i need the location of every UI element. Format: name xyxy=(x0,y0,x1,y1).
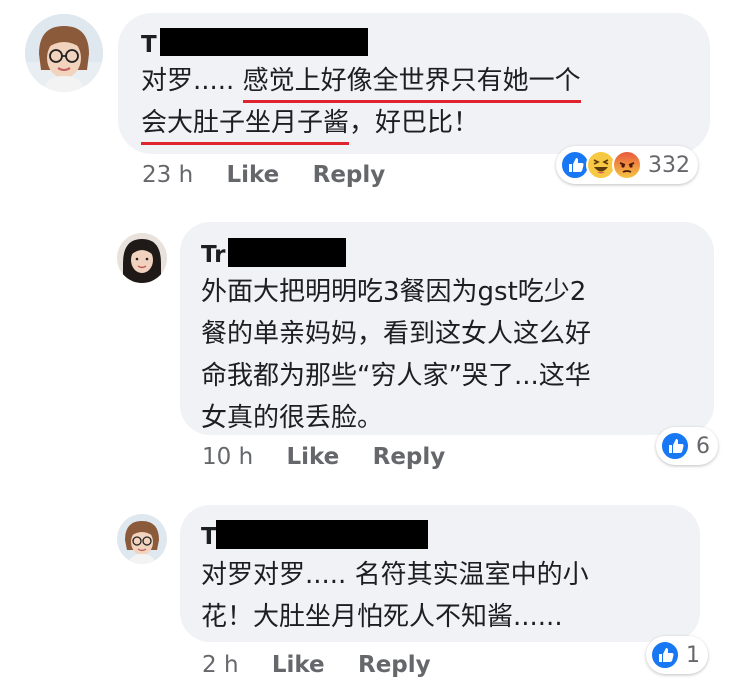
redaction-bar xyxy=(160,28,368,56)
avatar[interactable] xyxy=(25,14,103,92)
highlighted-text: 会大肚子坐月子酱 xyxy=(141,102,350,145)
comment-text-line: 女真的很丢脸。 xyxy=(201,403,384,433)
reaction-count: 332 xyxy=(648,152,690,178)
comment-author[interactable]: T xyxy=(201,524,217,550)
like-button[interactable]: Like xyxy=(272,652,325,678)
comment-actions: 2 h Like Reply xyxy=(202,652,457,678)
comment-text-line: 外面大把明明吃3餐因为gst吃少2 xyxy=(201,277,587,307)
comment-text-line: 对罗对罗..... 名符其实温室中的小 xyxy=(201,560,589,590)
reply-button[interactable]: Reply xyxy=(358,652,431,678)
redaction-bar xyxy=(216,520,428,549)
reaction-summary[interactable]: 332 xyxy=(556,146,698,184)
like-button[interactable]: Like xyxy=(226,162,279,188)
like-reaction-icon xyxy=(650,640,680,670)
comment-text: 外面大把明明吃3餐因为gst吃少2 餐的单亲妈妈，看到这女人这么好 命我都为那些… xyxy=(201,271,591,439)
redaction-bar xyxy=(228,238,346,267)
reaction-summary[interactable]: 1 xyxy=(646,636,708,674)
reaction-count: 6 xyxy=(696,433,710,459)
highlighted-text: 感觉上好像全世界只有她一个 xyxy=(242,60,581,103)
avatar[interactable] xyxy=(117,514,167,564)
reaction-summary[interactable]: 6 xyxy=(656,427,718,465)
comment-text: 对罗对罗..... 名符其实温室中的小 花！大肚坐月怕死人不知酱...... xyxy=(201,554,589,638)
like-button[interactable]: Like xyxy=(286,444,339,470)
angry-reaction-icon xyxy=(612,150,642,180)
comment-actions: 10 h Like Reply xyxy=(202,444,471,470)
comment-text-line: 命我都为那些“穷人家”哭了...这华 xyxy=(201,361,591,391)
like-reaction-icon xyxy=(660,431,690,461)
reply-button[interactable]: Reply xyxy=(313,162,386,188)
comment-text-line: 花！大肚坐月怕死人不知酱...... xyxy=(201,602,563,632)
comment-author[interactable]: Tr xyxy=(201,242,226,268)
comment-text: 对罗..... 感觉上好像全世界只有她一个 会大肚子坐月子酱，好巴比！ xyxy=(141,60,581,145)
comment-timestamp[interactable]: 10 h xyxy=(202,444,253,470)
comment-text-plain: 对罗..... xyxy=(141,66,243,96)
comment-timestamp[interactable]: 23 h xyxy=(142,162,193,188)
comment-text-line: 餐的单亲妈妈，看到这女人这么好 xyxy=(201,319,592,349)
reply-button[interactable]: Reply xyxy=(373,444,446,470)
reaction-count: 1 xyxy=(686,642,700,668)
comment-actions: 23 h Like Reply xyxy=(142,162,411,188)
comment-timestamp[interactable]: 2 h xyxy=(202,652,239,678)
avatar[interactable] xyxy=(117,233,167,283)
comment-text-plain: ，好巴比！ xyxy=(349,108,480,138)
comment-author[interactable]: T xyxy=(141,32,157,58)
